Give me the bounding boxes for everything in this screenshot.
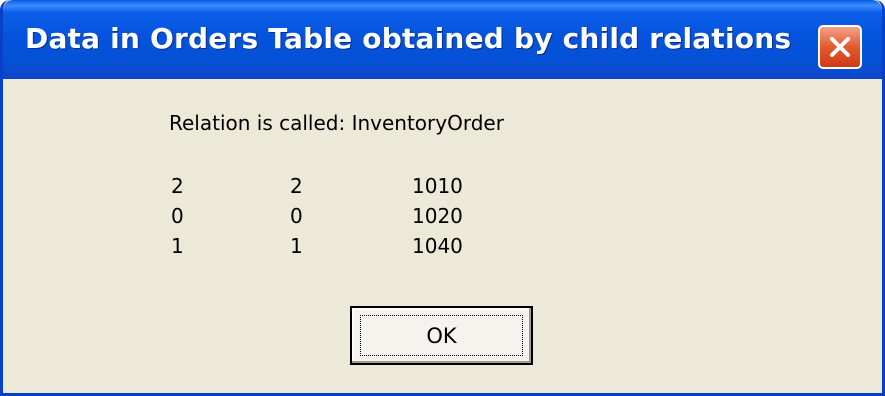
dialog-title: Data in Orders Table obtained by child r… (25, 22, 792, 55)
row-cell: 1020 (412, 204, 463, 228)
row-cell: 2 (290, 174, 303, 198)
data-row: 0 0 1020 (3, 204, 882, 230)
title-bar[interactable]: Data in Orders Table obtained by child r… (3, 0, 882, 79)
row-cell: 0 (290, 204, 303, 228)
row-cell: 1 (290, 234, 303, 258)
row-cell: 1040 (412, 234, 463, 258)
message-dialog: Data in Orders Table obtained by child r… (0, 0, 885, 396)
row-cell: 1 (171, 234, 184, 258)
data-row: 1 1 1040 (3, 234, 882, 260)
dialog-content: Relation is called: InventoryOrder 2 2 1… (3, 79, 882, 393)
ok-button[interactable]: OK (350, 306, 533, 365)
row-cell: 0 (171, 204, 184, 228)
ok-button-label: OK (426, 323, 457, 348)
data-row: 2 2 1010 (3, 174, 882, 200)
row-cell: 1010 (412, 174, 463, 198)
close-button[interactable] (818, 25, 862, 69)
close-icon (830, 37, 850, 57)
row-cell: 2 (171, 174, 184, 198)
relation-label: Relation is called: InventoryOrder (169, 111, 504, 135)
